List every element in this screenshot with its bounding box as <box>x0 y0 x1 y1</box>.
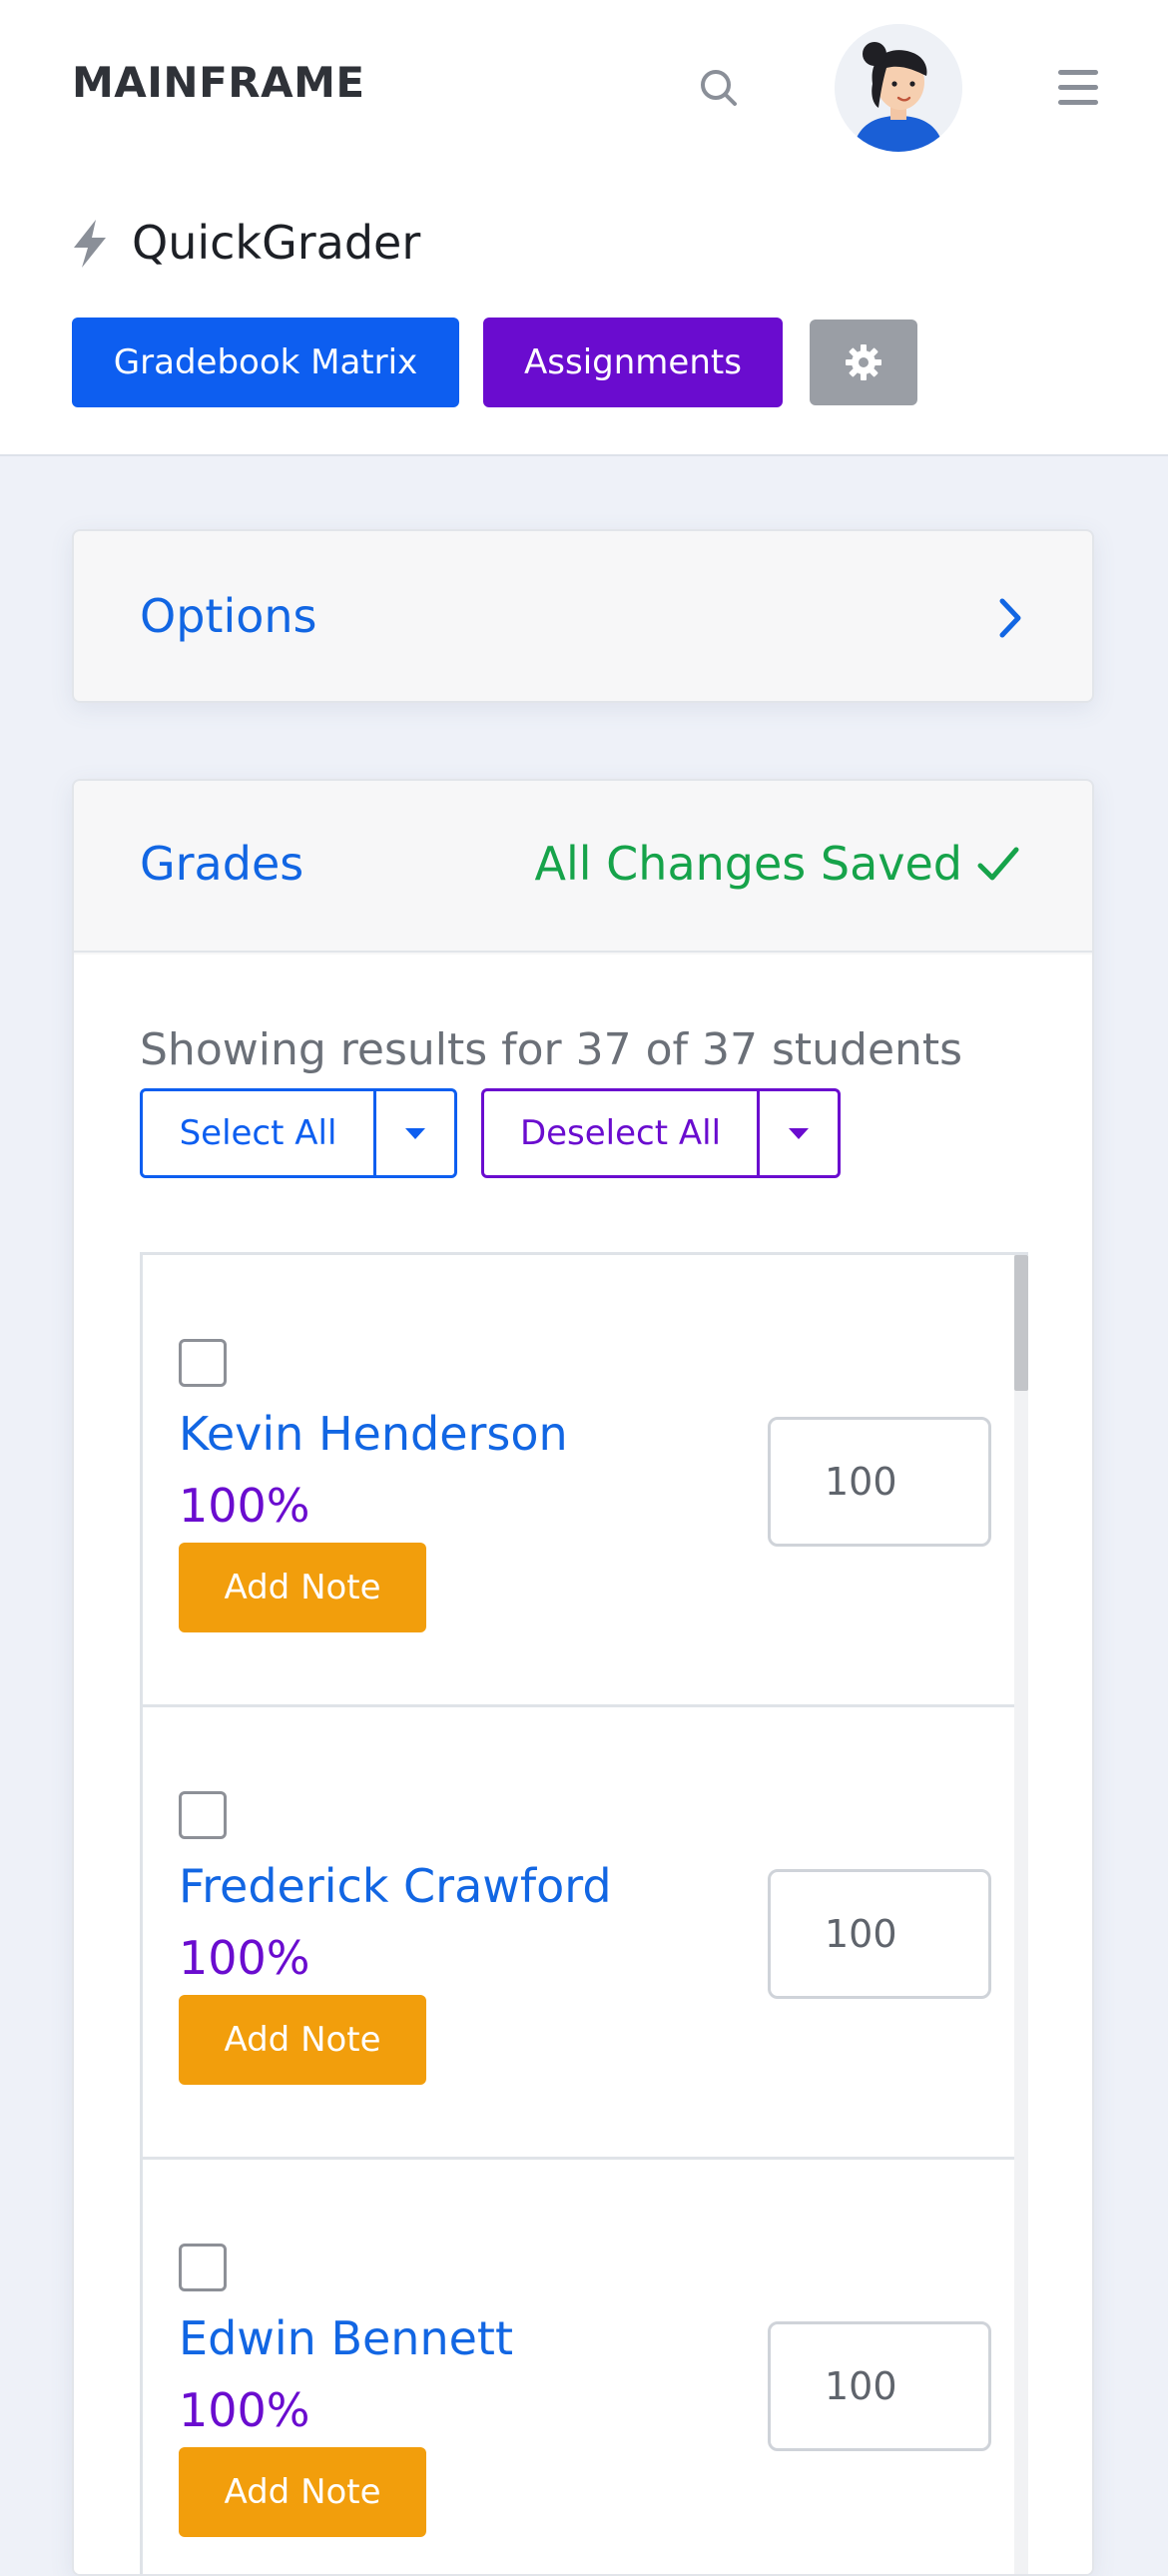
student-name[interactable]: Edwin Bennett <box>179 2311 513 2365</box>
caret-down-icon <box>405 1127 425 1139</box>
gear-icon <box>846 344 881 380</box>
page-title: QuickGrader <box>132 216 421 270</box>
score-input[interactable] <box>768 2321 991 2451</box>
grades-header: Grades All Changes Saved <box>74 781 1092 953</box>
grades-body: Showing results for 37 of 37 students Se… <box>74 955 1092 2574</box>
grades-title: Grades <box>140 837 304 891</box>
add-note-button[interactable]: Add Note <box>179 1543 426 1632</box>
hamburger-menu-icon[interactable] <box>1058 70 1098 106</box>
student-percent: 100% <box>179 1479 310 1533</box>
user-avatar[interactable] <box>835 24 962 152</box>
score-input[interactable] <box>768 1869 991 1999</box>
student-percent: 100% <box>179 1931 310 1985</box>
add-note-button[interactable]: Add Note <box>179 2447 426 2537</box>
student-row: Edwin Bennett 100% Add Note <box>143 2160 1017 2574</box>
add-note-button[interactable]: Add Note <box>179 1995 426 2085</box>
lightning-bolt-icon <box>70 218 110 270</box>
grades-panel: Grades All Changes Saved Showing results… <box>72 779 1094 2576</box>
options-panel[interactable]: Options <box>72 529 1094 703</box>
score-input[interactable] <box>768 1417 991 1547</box>
gradebook-matrix-button[interactable]: Gradebook Matrix <box>72 318 459 407</box>
search-icon[interactable] <box>695 64 743 112</box>
deselect-all-button[interactable]: Deselect All <box>484 1091 760 1175</box>
assignments-button[interactable]: Assignments <box>483 318 783 407</box>
save-status: All Changes Saved <box>535 837 1020 891</box>
select-all-button[interactable]: Select All <box>143 1091 376 1175</box>
select-all-split-button: Select All <box>140 1088 457 1178</box>
settings-button[interactable] <box>810 320 917 405</box>
student-checkbox[interactable] <box>179 1791 227 1839</box>
check-icon <box>977 847 1019 881</box>
list-scrollbar[interactable] <box>1014 1255 1028 2574</box>
student-name[interactable]: Frederick Crawford <box>179 1859 612 1913</box>
student-checkbox[interactable] <box>179 2244 227 2291</box>
select-all-dropdown[interactable] <box>376 1091 454 1175</box>
deselect-all-dropdown[interactable] <box>760 1091 838 1175</box>
results-count: Showing results for 37 of 37 students <box>140 1024 963 1075</box>
save-status-text: All Changes Saved <box>534 837 962 891</box>
chevron-right-icon[interactable] <box>990 593 1030 643</box>
top-navbar: MAINFRAME <box>0 0 1168 173</box>
student-percent: 100% <box>179 2383 310 2437</box>
options-title: Options <box>140 589 317 643</box>
deselect-all-split-button: Deselect All <box>481 1088 841 1178</box>
student-checkbox[interactable] <box>179 1339 227 1387</box>
student-row: Kevin Henderson 100% Add Note <box>143 1255 1017 1707</box>
caret-down-icon <box>789 1127 809 1139</box>
student-row: Frederick Crawford 100% Add Note <box>143 1707 1017 2160</box>
student-list[interactable]: Kevin Henderson 100% Add Note Frederick … <box>140 1252 1028 2574</box>
scrollbar-thumb[interactable] <box>1014 1255 1028 1391</box>
student-name[interactable]: Kevin Henderson <box>179 1407 568 1461</box>
brand-logo[interactable]: MAINFRAME <box>72 58 365 107</box>
